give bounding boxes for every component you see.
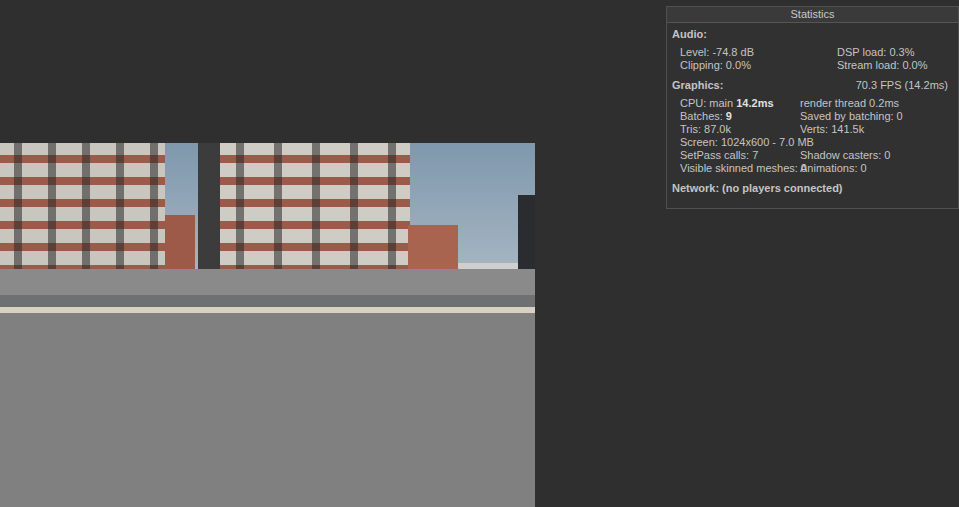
stat-item: Verts: 141.5k [800, 123, 952, 136]
panel-title[interactable]: Statistics [667, 7, 958, 23]
scene-render [0, 143, 535, 507]
fps-reading: 70.3 FPS (14.2ms) [856, 79, 948, 91]
stat-item: Screen: 1024x600 - 7.0 MB [680, 136, 952, 149]
stat-item: Level: -74.8 dB [680, 46, 837, 59]
game-view: Statistics Audio: Level: -74.8 dBDSP loa… [0, 0, 959, 507]
ground [0, 313, 535, 507]
road [0, 295, 535, 307]
stat-item: CPU: main 14.2ms [680, 97, 800, 110]
stat-item: Clipping: 0.0% [680, 59, 837, 72]
section-title: Audio: [672, 28, 707, 40]
pavement [0, 269, 535, 295]
stats-section: Graphics: 70.3 FPS (14.2ms) CPU: main 14… [672, 79, 952, 175]
stat-item: Batches: 9 [680, 110, 800, 123]
stat-item: Animations: 0 [800, 162, 952, 175]
stat-item: DSP load: 0.3% [837, 46, 952, 59]
network-status: Network: (no players connected) [672, 182, 952, 194]
stat-item: Tris: 87.0k [680, 123, 800, 136]
statistics-panel: Statistics Audio: Level: -74.8 dBDSP loa… [666, 6, 959, 209]
stats-section: Audio: Level: -74.8 dBDSP load: 0.3%Clip… [672, 28, 952, 72]
section-title: Graphics: [672, 79, 723, 91]
stat-item: SetPass calls: 7 [680, 149, 800, 162]
brick-house [408, 225, 458, 269]
stat-item: Stream load: 0.0% [837, 59, 952, 72]
tower [518, 195, 535, 269]
stat-item: Saved by batching: 0 [800, 110, 952, 123]
stat-item: Visible skinned meshes: 0 [680, 162, 800, 175]
stat-item: render thread 0.2ms [800, 97, 952, 110]
stat-item: Shadow casters: 0 [800, 149, 952, 162]
